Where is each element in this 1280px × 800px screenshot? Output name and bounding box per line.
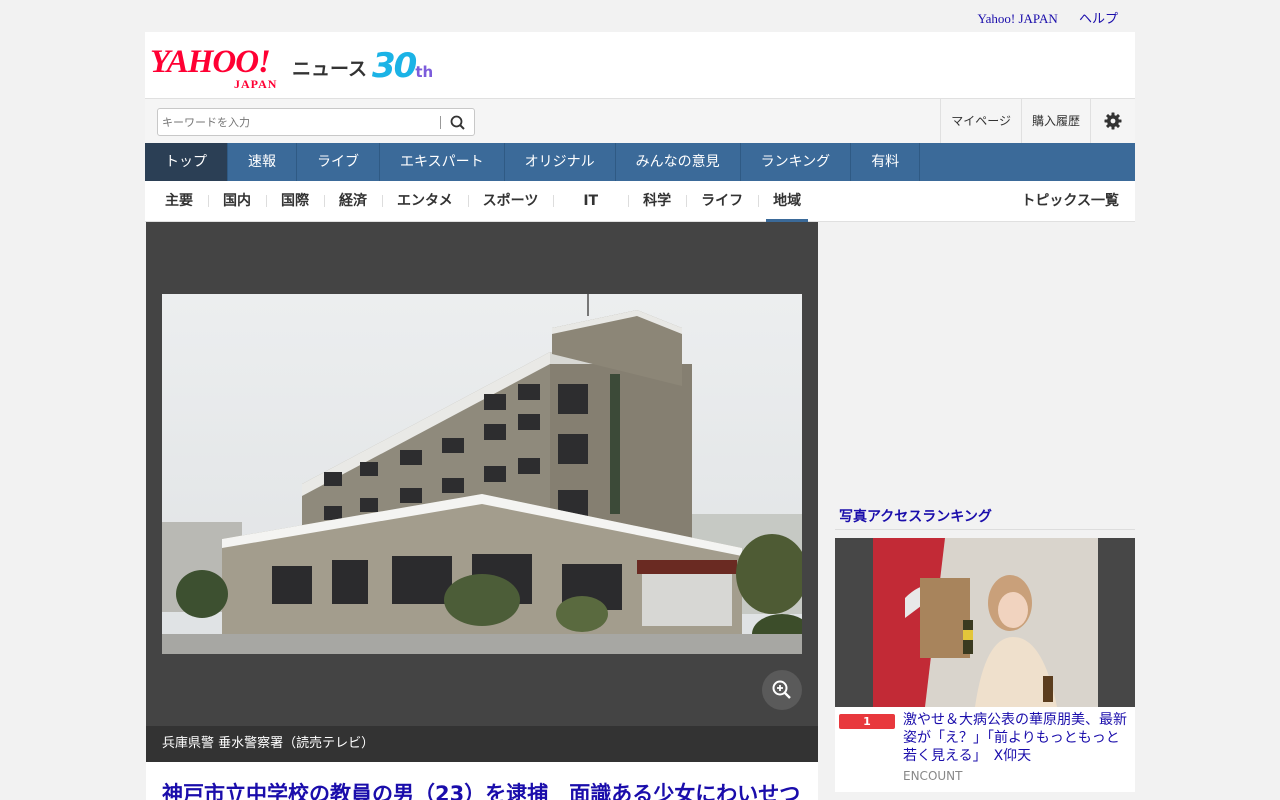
purchase-history-link[interactable]: 購入履歴 xyxy=(1020,99,1090,143)
photo-ranking-header: 写真アクセスランキング xyxy=(835,498,1135,530)
tab-top[interactable]: トップ xyxy=(145,143,228,181)
utility-links: Yahoo! JAPAN ヘルプ xyxy=(960,8,1118,27)
search-button[interactable] xyxy=(448,113,468,133)
settings-button[interactable] xyxy=(1090,99,1135,143)
category-local[interactable]: 地域 xyxy=(758,181,816,222)
zoom-button[interactable] xyxy=(762,670,802,710)
article-photo-viewer xyxy=(146,222,818,726)
search-row: マイページ 購入履歴 xyxy=(145,98,1135,143)
anniversary-badge: 30th xyxy=(372,46,433,86)
search-box xyxy=(157,108,475,136)
anniversary-suffix: th xyxy=(415,63,434,81)
gear-icon xyxy=(1104,112,1122,130)
search-input[interactable] xyxy=(162,113,432,132)
category-life[interactable]: ライフ xyxy=(686,181,758,221)
search-icon xyxy=(450,115,465,130)
category-entertainment[interactable]: エンタメ xyxy=(382,181,468,221)
tab-breaking[interactable]: 速報 xyxy=(228,143,297,181)
photo-ranking-title[interactable]: 写真アクセスランキング xyxy=(839,506,992,526)
tab-opinions[interactable]: みんなの意見 xyxy=(616,143,741,181)
logo-yahoo-text: YAHOO! xyxy=(150,44,271,80)
tab-paid[interactable]: 有料 xyxy=(851,143,921,181)
logo-news-text: ニュース xyxy=(292,58,368,80)
category-international[interactable]: 国際 xyxy=(266,181,324,221)
search-divider xyxy=(440,116,441,129)
rank-badge: 1 xyxy=(839,714,895,729)
ranking-item-title[interactable]: 激やせ＆大病公表の華原朋美、最新姿が「え？」「前よりもっともっと若く見える」 X… xyxy=(903,711,1133,765)
category-it[interactable]: IT xyxy=(553,181,628,221)
logo-japan-text: JAPAN xyxy=(234,77,278,91)
ranking-item-source: ENCOUNT xyxy=(903,769,963,783)
ranking-thumbnail[interactable] xyxy=(835,538,1135,707)
category-economy[interactable]: 経済 xyxy=(324,181,382,221)
article-headline[interactable]: 神戸市立中学校の教員の男（23）を逮捕 面識ある少女にわいせつ xyxy=(162,778,800,800)
category-main[interactable]: 主要 xyxy=(150,181,208,221)
topics-list-link[interactable]: トピックス一覧 xyxy=(1021,181,1119,221)
global-nav: トップ 速報 ライブ エキスパート オリジナル みんなの意見 ランキング 有料 xyxy=(145,143,1135,181)
tab-ranking[interactable]: ランキング xyxy=(741,143,852,181)
ranking-photo xyxy=(835,538,1135,707)
zoom-in-icon xyxy=(772,680,791,699)
tab-live[interactable]: ライブ xyxy=(297,143,380,181)
mypage-link[interactable]: マイページ xyxy=(940,99,1021,143)
tab-expert[interactable]: エキスパート xyxy=(380,143,505,181)
account-menu: マイページ 購入履歴 xyxy=(940,99,1135,143)
help-link[interactable]: ヘルプ xyxy=(1079,11,1118,26)
anniversary-number: 30 xyxy=(372,46,417,86)
tab-original[interactable]: オリジナル xyxy=(505,143,616,181)
category-science[interactable]: 科学 xyxy=(628,181,686,221)
category-domestic[interactable]: 国内 xyxy=(208,181,266,221)
yahoo-japan-link[interactable]: Yahoo! JAPAN xyxy=(978,11,1058,26)
category-sports[interactable]: スポーツ xyxy=(467,181,554,221)
brand-bar: YAHOO! JAPAN ニュース 30th xyxy=(145,32,1135,98)
article-photo[interactable] xyxy=(162,294,802,654)
photo-caption: 兵庫県警 垂水警察署（読売テレビ） xyxy=(146,726,818,762)
category-nav: 主要 国内 国際 経済 エンタメ スポーツ IT 科学 ライフ 地域 トピックス… xyxy=(145,181,1135,222)
ranking-item[interactable]: 1 激やせ＆大病公表の華原朋美、最新姿が「え？」「前よりもっともっと若く見える」… xyxy=(835,538,1135,792)
article-headline-box: 神戸市立中学校の教員の男（23）を逮捕 面識ある少女にわいせつ xyxy=(146,762,818,800)
top-utility-bar: Yahoo! JAPAN ヘルプ xyxy=(145,0,1135,32)
